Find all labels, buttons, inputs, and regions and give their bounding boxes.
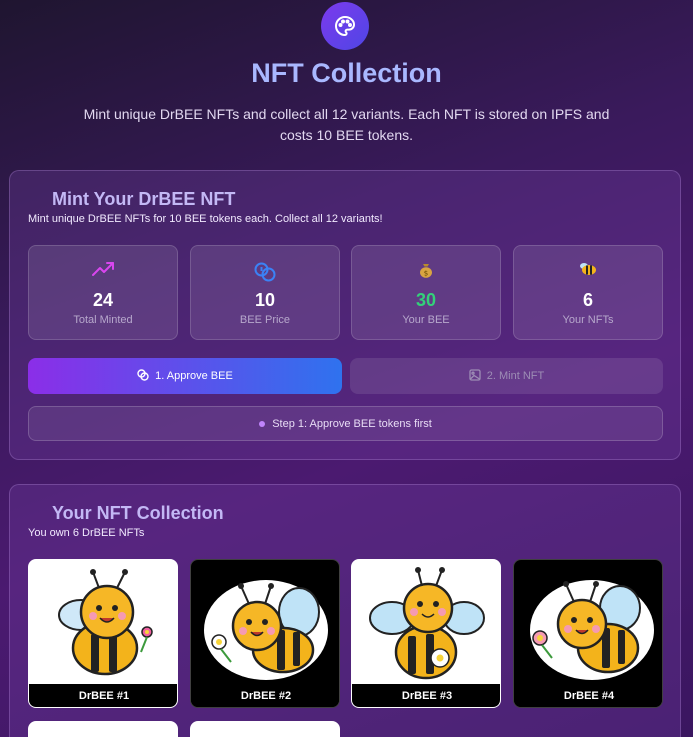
mint-status-text: Step 1: Approve BEE tokens first: [272, 417, 432, 430]
bee-nft-image: [530, 580, 654, 680]
mint-card: Mint Your DrBEE NFT Mint unique DrBEE NF…: [9, 170, 681, 460]
stat-value: 6: [582, 290, 593, 310]
status-dot-icon: [259, 420, 266, 427]
stat-total-minted: 24 Total Minted: [28, 245, 178, 340]
bee-icon: [514, 262, 662, 276]
stat-label: BEE Price: [239, 314, 291, 326]
nft-card[interactable]: DrBEE #2: [190, 559, 340, 708]
stat-your-bee: $ 30 Your BEE: [351, 245, 501, 340]
coins-icon: [137, 368, 149, 384]
nft-card[interactable]: [190, 721, 340, 737]
image-icon: [469, 368, 481, 384]
nft-name: DrBEE #3: [352, 684, 500, 707]
page-title: NFT Collection: [251, 58, 442, 88]
nft-card[interactable]: DrBEE #3: [351, 559, 501, 708]
bee-nft-image: [58, 569, 153, 676]
approve-bee-label: 1. Approve BEE: [155, 370, 233, 382]
collection-card-title: Your NFT Collection: [52, 503, 224, 523]
nft-name: DrBEE #2: [191, 684, 339, 707]
coins-icon: [191, 262, 339, 282]
nft-card[interactable]: [28, 721, 178, 737]
mint-nft-label: 2. Mint NFT: [486, 370, 545, 382]
bee-nft-image: [369, 567, 485, 680]
money-bag-icon: $: [352, 262, 500, 278]
stat-label: Your BEE: [402, 314, 450, 326]
svg-text:$: $: [424, 270, 428, 278]
nft-name: DrBEE #4: [514, 684, 662, 707]
stat-value: 30: [415, 290, 437, 310]
mint-status-banner: Step 1: Approve BEE tokens first: [28, 406, 663, 441]
nft-name: DrBEE #1: [29, 684, 177, 707]
stat-label: Your NFTs: [562, 314, 614, 326]
mint-nft-button[interactable]: 2. Mint NFT: [350, 358, 663, 394]
collection-card-subtitle: You own 6 DrBEE NFTs: [28, 527, 145, 539]
mint-card-title: Mint Your DrBEE NFT: [52, 189, 236, 209]
stat-your-nfts: 6 Your NFTs: [513, 245, 663, 340]
mint-card-subtitle: Mint unique DrBEE NFTs for 10 BEE tokens…: [28, 213, 383, 225]
page-subtitle: Mint unique DrBEE NFTs and collect all 1…: [83, 106, 610, 143]
nft-card[interactable]: DrBEE #1: [28, 559, 178, 708]
trending-up-icon: [29, 262, 177, 276]
bee-nft-image: [204, 580, 328, 680]
approve-bee-button[interactable]: 1. Approve BEE: [28, 358, 342, 394]
nft-card[interactable]: DrBEE #4: [513, 559, 663, 708]
collection-card: Your NFT Collection You own 6 DrBEE NFTs…: [9, 484, 681, 737]
palette-icon: [321, 2, 369, 50]
stat-value: 24: [92, 290, 114, 310]
stat-bee-price: 10 BEE Price: [190, 245, 340, 340]
stat-value: 10: [254, 290, 276, 310]
stat-label: Total Minted: [73, 314, 133, 326]
